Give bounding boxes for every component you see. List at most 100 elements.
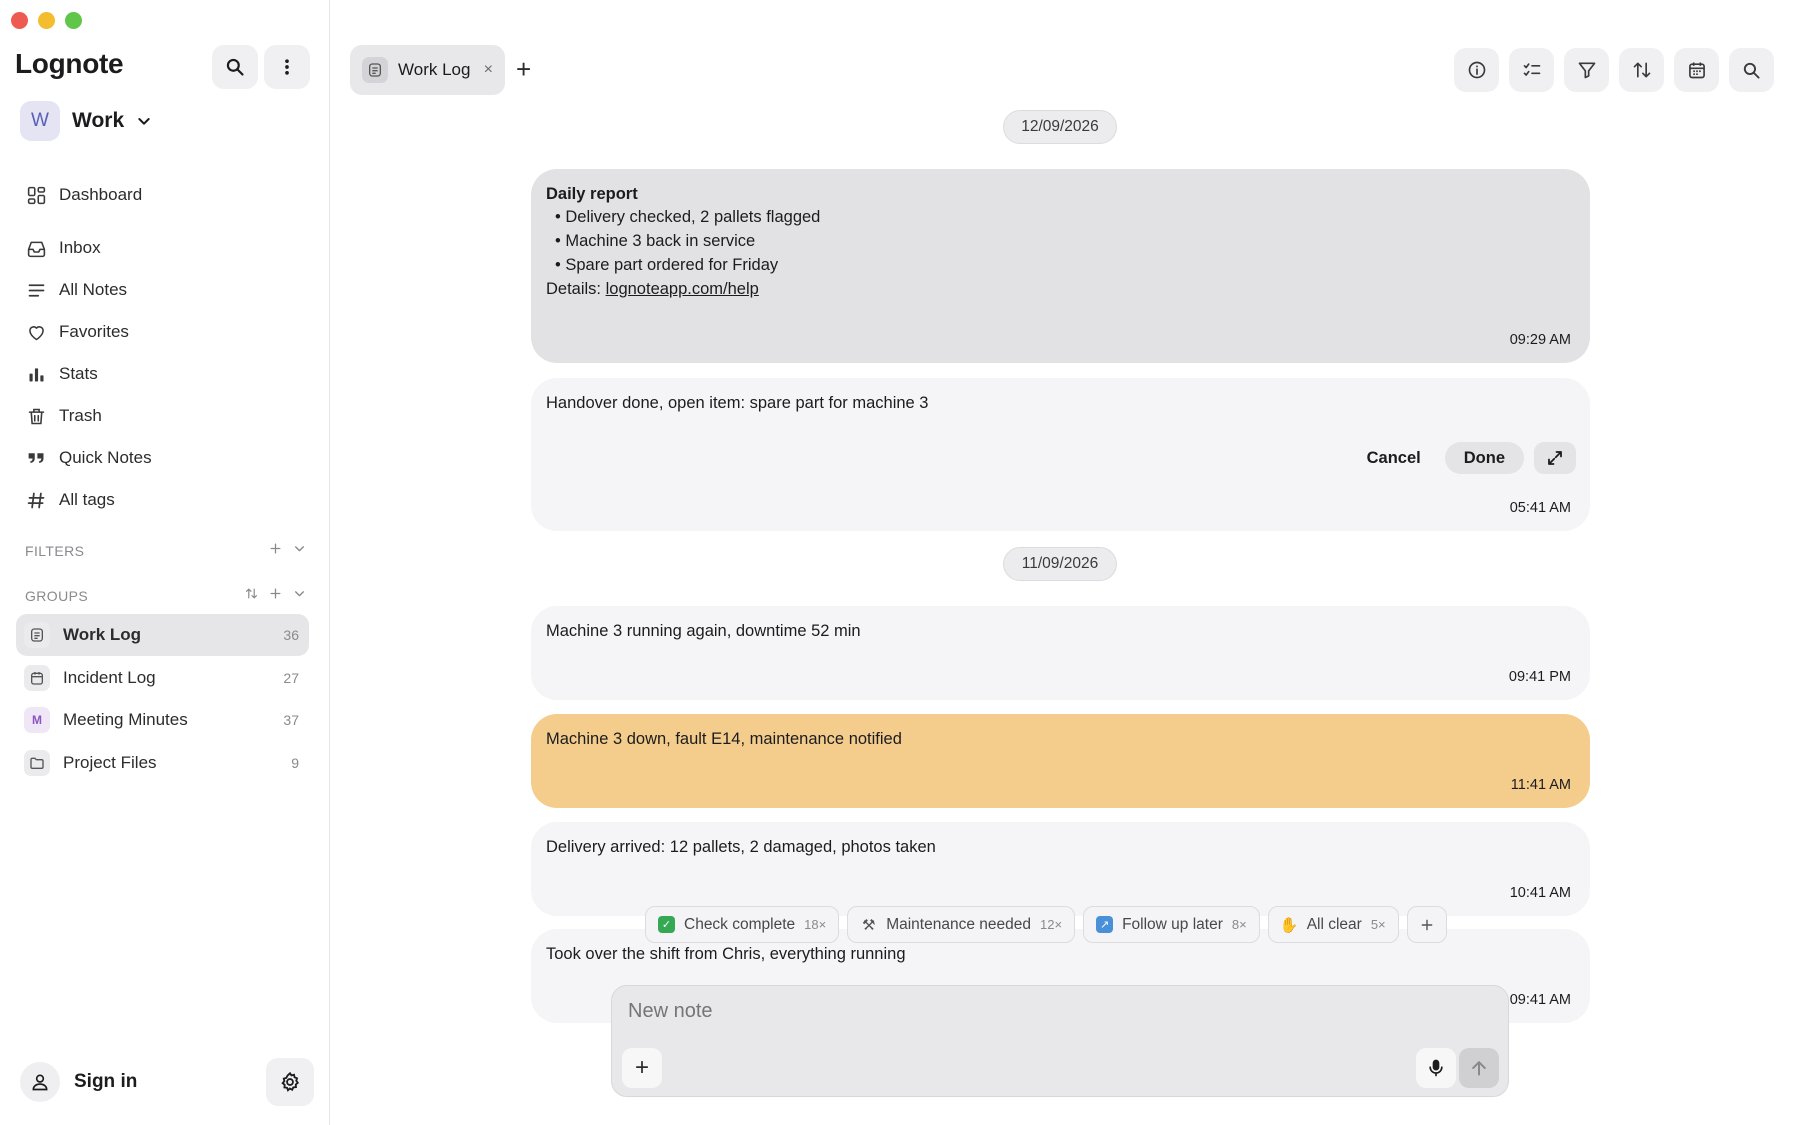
sidebar-item-inbox[interactable]: Inbox — [15, 227, 315, 269]
add-filter-button[interactable] — [263, 542, 287, 559]
checklist-icon — [1523, 63, 1540, 76]
attach-button[interactable]: + — [622, 1048, 662, 1088]
sidebar-more-button[interactable] — [264, 45, 310, 89]
plus-icon — [1421, 919, 1433, 930]
close-window-button[interactable] — [11, 12, 28, 29]
chevron-down-icon — [138, 118, 150, 125]
quick-note-label: All clear — [1306, 915, 1362, 933]
voice-note-button[interactable] — [1416, 1048, 1456, 1088]
group-label: Incident Log — [63, 667, 156, 687]
filters-section-header: FILTERS — [25, 542, 311, 559]
sidebar-item-stats[interactable]: Stats — [15, 353, 315, 395]
group-item-work-log[interactable]: Work Log 36 — [16, 614, 309, 656]
note-text: Handover done, open item: spare part for… — [546, 394, 929, 412]
sidebar-item-dashboard[interactable]: Dashboard — [15, 174, 315, 216]
groups-list: Work Log 36 Incident Log 27 M Meeting Mi… — [16, 614, 309, 784]
toolbar — [1454, 48, 1774, 92]
note-title: Daily report — [546, 185, 638, 203]
more-vertical-icon — [285, 59, 289, 75]
sidebar-item-label: Inbox — [59, 238, 101, 257]
sidebar-item-favorites[interactable]: Favorites — [15, 311, 315, 353]
notebook-icon — [31, 628, 43, 642]
help-link[interactable]: lognoteapp.com/help — [606, 280, 759, 298]
zoom-window-button[interactable] — [65, 12, 82, 29]
add-group-button[interactable] — [263, 587, 287, 604]
note-item[interactable]: Delivery arrived: 12 pallets, 2 damaged,… — [531, 822, 1590, 916]
calendar-icon — [1688, 62, 1705, 79]
sign-in-button[interactable]: Sign in — [20, 1062, 137, 1102]
sidebar-item-all-notes[interactable]: All Notes — [15, 269, 315, 311]
filter-icon — [1578, 62, 1595, 79]
note-timestamp: 09:41 PM — [1508, 669, 1571, 685]
group-item-meeting-minutes[interactable]: M Meeting Minutes 37 — [16, 699, 309, 741]
tab-work-log[interactable]: Work Log × — [350, 45, 505, 95]
new-tab-button[interactable]: + — [516, 55, 531, 83]
quick-note-label: Follow up later — [1122, 915, 1223, 933]
note-item-editing[interactable]: Handover done, open item: spare part for… — [531, 378, 1590, 531]
main-panel: Work Log × + 12/09/2026 Daily report • D… — [330, 0, 1800, 1125]
send-note-button[interactable] — [1459, 1048, 1499, 1088]
note-timestamp: 05:41 AM — [1509, 500, 1571, 516]
checklist-button[interactable] — [1509, 48, 1554, 92]
tab-icon — [362, 57, 388, 83]
heart-icon — [28, 325, 44, 340]
group-item-incident-log[interactable]: Incident Log 27 — [16, 657, 309, 699]
close-tab-button[interactable]: × — [484, 61, 493, 79]
collapse-filters-button[interactable] — [287, 542, 311, 559]
sidebar-item-label: Stats — [59, 364, 98, 383]
quick-note-check-complete[interactable]: ✓ Check complete 18× — [645, 906, 840, 943]
workspace-switcher[interactable]: W Work — [20, 101, 152, 141]
sort-groups-button[interactable] — [239, 587, 263, 604]
settings-button[interactable] — [266, 1058, 314, 1106]
done-edit-button[interactable]: Done — [1444, 442, 1524, 474]
note-item-highlighted[interactable]: Machine 3 down, fault E14, maintenance n… — [531, 714, 1590, 808]
sidebar-item-label: Dashboard — [59, 185, 143, 204]
plus-icon — [270, 543, 280, 554]
folder-icon — [30, 757, 44, 769]
note-composer: + — [611, 985, 1509, 1097]
search-notes-button[interactable] — [1729, 48, 1774, 92]
quick-note-maintenance-needed[interactable]: ⚒ Maintenance needed 12× — [847, 906, 1076, 943]
info-icon — [1468, 61, 1485, 79]
sidebar-item-all-tags[interactable]: All tags — [15, 479, 315, 521]
expand-icon — [1548, 451, 1562, 465]
calendar-button[interactable] — [1674, 48, 1719, 92]
arrow-up-right-icon: ↗ — [1096, 916, 1114, 933]
group-count: 37 — [283, 712, 299, 729]
sidebar-item-quick-notes[interactable]: Quick Notes — [15, 437, 315, 479]
add-quick-note-button[interactable] — [1406, 906, 1447, 943]
quick-note-follow-up-later[interactable]: ↗ Follow up later 8× — [1083, 906, 1260, 943]
quick-note-label: Maintenance needed — [886, 915, 1031, 933]
sort-button[interactable] — [1619, 48, 1664, 92]
quick-note-all-clear[interactable]: ✋ All clear 5× — [1267, 906, 1399, 943]
sidebar-item-label: All tags — [59, 490, 115, 509]
sort-icon — [1633, 62, 1650, 78]
collapse-groups-button[interactable] — [287, 587, 311, 604]
app-window: Lognote W Work Dashboard Inbox All Notes — [0, 0, 1800, 1125]
sidebar-search-button[interactable] — [212, 45, 258, 89]
info-button[interactable] — [1454, 48, 1499, 92]
group-item-project-files[interactable]: Project Files 9 — [16, 742, 309, 784]
bar-chart-icon — [29, 367, 43, 381]
workspace-avatar: W — [20, 101, 60, 141]
search-icon — [1743, 62, 1760, 79]
cancel-edit-button[interactable]: Cancel — [1353, 449, 1435, 468]
sidebar: Lognote W Work Dashboard Inbox All Notes — [0, 0, 330, 1125]
note-item[interactable]: Machine 3 running again, downtime 52 min… — [531, 606, 1590, 700]
notebook-icon — [369, 63, 381, 77]
filter-button[interactable] — [1564, 48, 1609, 92]
date-separator: 12/09/2026 — [1003, 110, 1117, 144]
group-icon — [24, 749, 50, 776]
gear-icon — [281, 1071, 300, 1092]
group-count: 36 — [283, 627, 299, 643]
group-icon — [24, 664, 50, 691]
ok-hand-icon: ✋ — [1279, 916, 1299, 934]
expand-editor-button[interactable] — [1534, 442, 1576, 474]
sidebar-item-trash[interactable]: Trash — [15, 395, 315, 437]
new-note-input[interactable] — [628, 1000, 1328, 1023]
minimize-window-button[interactable] — [38, 12, 55, 29]
app-title: Lognote — [15, 48, 124, 79]
check-icon: ✓ — [658, 916, 675, 933]
note-text: Machine 3 running again, downtime 52 min — [546, 622, 861, 640]
note-item[interactable]: Daily report Delivery checked, 2 pallets… — [531, 169, 1590, 363]
